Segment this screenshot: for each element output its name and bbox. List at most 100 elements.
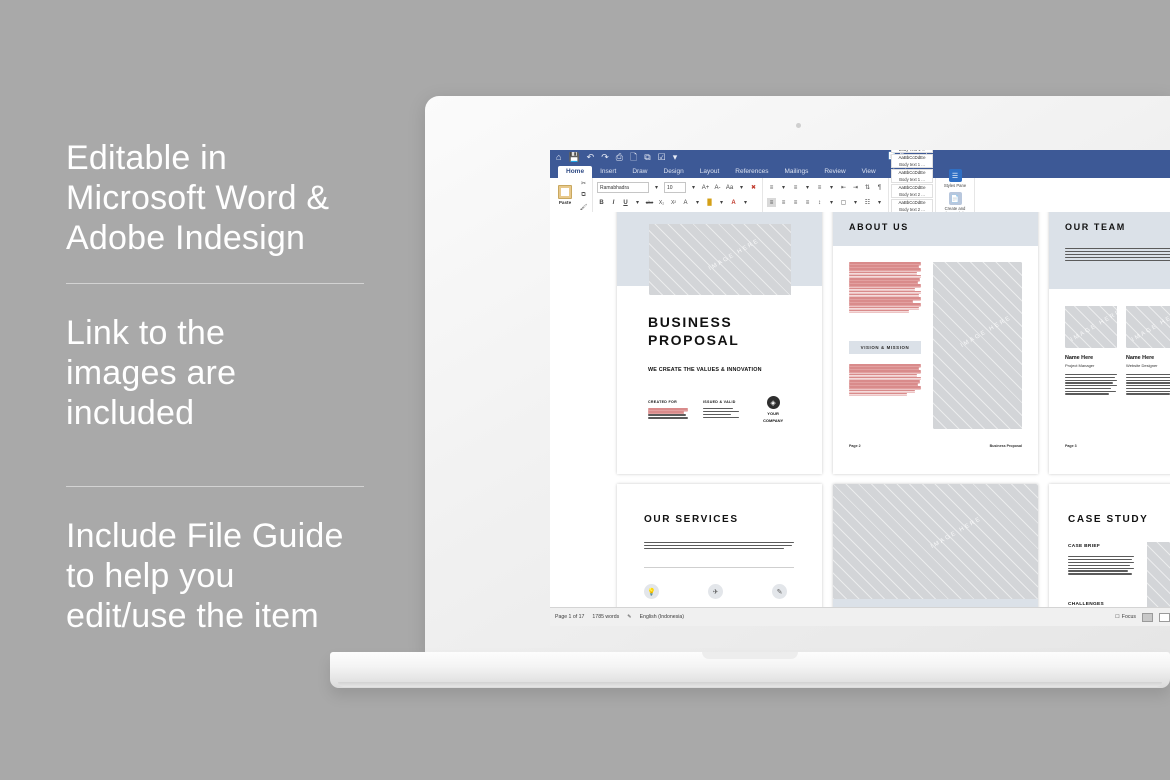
styles-pane-button[interactable]: ☰ Styles Pane	[940, 169, 970, 188]
styles-gallery[interactable]: AaBbCcDdEe Body text 1 ... AaBbCcDdEe Bo…	[889, 150, 936, 266]
multilevel-list-icon[interactable]: ≡	[815, 183, 824, 192]
team-member-card[interactable]: Name Here Project Manager	[1065, 306, 1117, 395]
text-effects-icon[interactable]: A	[681, 198, 690, 207]
underline-button[interactable]: U	[621, 198, 630, 207]
chevron-down-icon[interactable]: ▾	[693, 198, 702, 207]
align-right-icon[interactable]: ≡	[791, 198, 800, 207]
paste-button[interactable]: Paste	[554, 185, 576, 205]
document-page-about-us[interactable]: ABOUT US VISION & MISSION IMAGE HERE Pag…	[833, 212, 1038, 474]
increase-indent-icon[interactable]: ⇥	[851, 183, 860, 192]
service-card-branding[interactable]: 💡 Branding Concept	[644, 584, 680, 608]
bullet-list-icon[interactable]: ≡	[767, 183, 776, 192]
cover-image-placeholder[interactable]	[649, 224, 791, 295]
redo-icon[interactable]: ↷	[601, 151, 609, 163]
style-card[interactable]: AaBbCcDdEe Body text 2 ...	[891, 184, 933, 198]
style-card[interactable]: AaBbCcDdEe Body text 1 ...	[891, 169, 933, 183]
ribbon[interactable]: Paste ✂ ⧉ 🖌 Ramabhadra ▾ 10 ▾ A+ A- Aa ▾…	[550, 150, 1170, 266]
expect-image-placeholder[interactable]	[833, 484, 1038, 599]
justify-icon[interactable]: ≡	[803, 198, 812, 207]
line-spacing-icon[interactable]: ↕	[815, 198, 824, 207]
new-doc-icon[interactable]: 🗋	[630, 151, 637, 163]
align-center-icon[interactable]: ≡	[779, 198, 788, 207]
web-layout-icon[interactable]	[1158, 612, 1170, 622]
copy-icon[interactable]: ⧉	[579, 191, 588, 200]
tab-references[interactable]: References	[727, 166, 776, 178]
scissors-icon[interactable]: ✂	[579, 179, 588, 188]
grow-font-button[interactable]: A+	[701, 183, 710, 192]
chevron-down-icon[interactable]: ▾	[875, 198, 884, 207]
customize-qat-icon[interactable]: ▾	[673, 151, 678, 163]
document-page-case-study[interactable]: CASE STUDY CASE BRIEF CHALLENGES	[1049, 484, 1170, 608]
track-changes-icon[interactable]: ☑	[658, 151, 666, 163]
tab-design[interactable]: Design	[656, 166, 692, 178]
font-size-input[interactable]: 10	[664, 182, 686, 193]
change-case-icon[interactable]: Aa	[725, 183, 734, 192]
print-layout-icon[interactable]	[1141, 612, 1153, 622]
team-member-photo-placeholder[interactable]	[1065, 306, 1117, 348]
borders-icon[interactable]: ☷	[863, 198, 872, 207]
shrink-font-button[interactable]: A-	[713, 183, 722, 192]
tab-home[interactable]: Home	[558, 166, 593, 178]
ribbon-tab-bar[interactable]: Home Insert Draw Design Layout Reference…	[550, 166, 1170, 178]
quick-access-toolbar[interactable]: ⌂ 💾 ↶ ↷ ⎙ 🗋 ⧉ ☑ ▾	[556, 151, 677, 163]
undo-icon[interactable]: ↶	[587, 151, 595, 163]
italic-button[interactable]: I	[609, 198, 618, 207]
about-image-placeholder[interactable]	[933, 262, 1022, 429]
tab-view[interactable]: View	[854, 166, 884, 178]
proofing-icon[interactable]: ✎	[627, 614, 631, 620]
paintbrush-icon[interactable]: 🖌	[579, 203, 588, 212]
status-bar[interactable]: Page 1 of 17 1785 words ✎ English (Indon…	[550, 607, 1170, 626]
chevron-down-icon[interactable]: ▾	[741, 198, 750, 207]
copy-icon[interactable]: ⧉	[644, 151, 650, 163]
shading-icon[interactable]: ▢	[839, 198, 848, 207]
tab-mailings[interactable]: Mailings	[777, 166, 817, 178]
team-member-photo-placeholder[interactable]	[1126, 306, 1170, 348]
chevron-down-icon[interactable]: ▾	[737, 183, 746, 192]
tab-draw[interactable]: Draw	[624, 166, 655, 178]
align-left-icon[interactable]: ≡	[767, 198, 776, 207]
tab-review[interactable]: Review	[816, 166, 853, 178]
font-name-input[interactable]: Ramabhadra	[597, 182, 649, 193]
style-card[interactable]: AaBbCcDdEe Body Text 1 ...	[891, 150, 933, 153]
superscript-button[interactable]: X²	[669, 198, 678, 207]
tab-insert[interactable]: Insert	[592, 166, 624, 178]
page-indicator[interactable]: Page 1 of 17	[555, 614, 584, 620]
bold-button[interactable]: B	[597, 198, 606, 207]
document-page-cover[interactable]: BUSINESS PROPOSAL WE CREATE THE VALUES &…	[617, 212, 822, 474]
language-indicator[interactable]: English (Indonesia)	[640, 614, 684, 620]
document-page-our-team[interactable]: OUR TEAM Name Here Pro	[1049, 212, 1170, 474]
sort-icon[interactable]: ⇅	[863, 183, 872, 192]
style-card[interactable]: AaBbCcDdEe Body text 1 ...	[891, 154, 933, 168]
pilcrow-icon[interactable]: ¶	[875, 183, 884, 192]
word-count[interactable]: 1785 words	[592, 614, 619, 620]
document-page-expect-from-us[interactable]: WHAT YOU CAN EXPECT FROM US	[833, 484, 1038, 608]
document-canvas[interactable]: BUSINESS PROPOSAL WE CREATE THE VALUES &…	[550, 212, 1170, 608]
font-color-icon[interactable]: A	[729, 198, 738, 207]
numbered-list-icon[interactable]: ≡	[791, 183, 800, 192]
font-name-chevron-down-icon[interactable]: ▾	[652, 183, 661, 192]
highlight-icon[interactable]: █	[705, 198, 714, 207]
style-card[interactable]: AaBbCcDdEe Body text 2 ...	[891, 199, 933, 213]
font-size-chevron-down-icon[interactable]: ▾	[689, 183, 698, 192]
chevron-down-icon[interactable]: ▾	[803, 183, 812, 192]
service-card-identity[interactable]: ✎ Identity Design	[772, 584, 808, 608]
print-icon[interactable]: ⎙	[616, 151, 623, 163]
save-icon[interactable]: 💾	[568, 151, 579, 163]
focus-button[interactable]: ☐ Focus	[1115, 614, 1136, 620]
chevron-down-icon[interactable]: ▾	[827, 183, 836, 192]
clear-formatting-icon[interactable]: ✖	[749, 183, 758, 192]
strikethrough-button[interactable]: abc	[645, 198, 654, 207]
chevron-down-icon[interactable]: ▾	[827, 198, 836, 207]
tab-layout[interactable]: Layout	[692, 166, 728, 178]
decrease-indent-icon[interactable]: ⇤	[839, 183, 848, 192]
chevron-down-icon[interactable]: ▾	[633, 198, 642, 207]
chevron-down-icon[interactable]: ▾	[717, 198, 726, 207]
chevron-down-icon[interactable]: ▾	[851, 198, 860, 207]
service-card-business[interactable]: ✈ Business Strategy	[708, 584, 744, 608]
chevron-down-icon[interactable]: ▾	[779, 183, 788, 192]
subscript-button[interactable]: X₂	[657, 198, 666, 207]
home-icon[interactable]: ⌂	[556, 151, 561, 163]
case-study-image-placeholder[interactable]	[1147, 542, 1170, 608]
document-page-our-services[interactable]: OUR SERVICES 💡 Branding Concept	[617, 484, 822, 608]
team-member-card[interactable]: Name Here Website Designer	[1126, 306, 1170, 395]
